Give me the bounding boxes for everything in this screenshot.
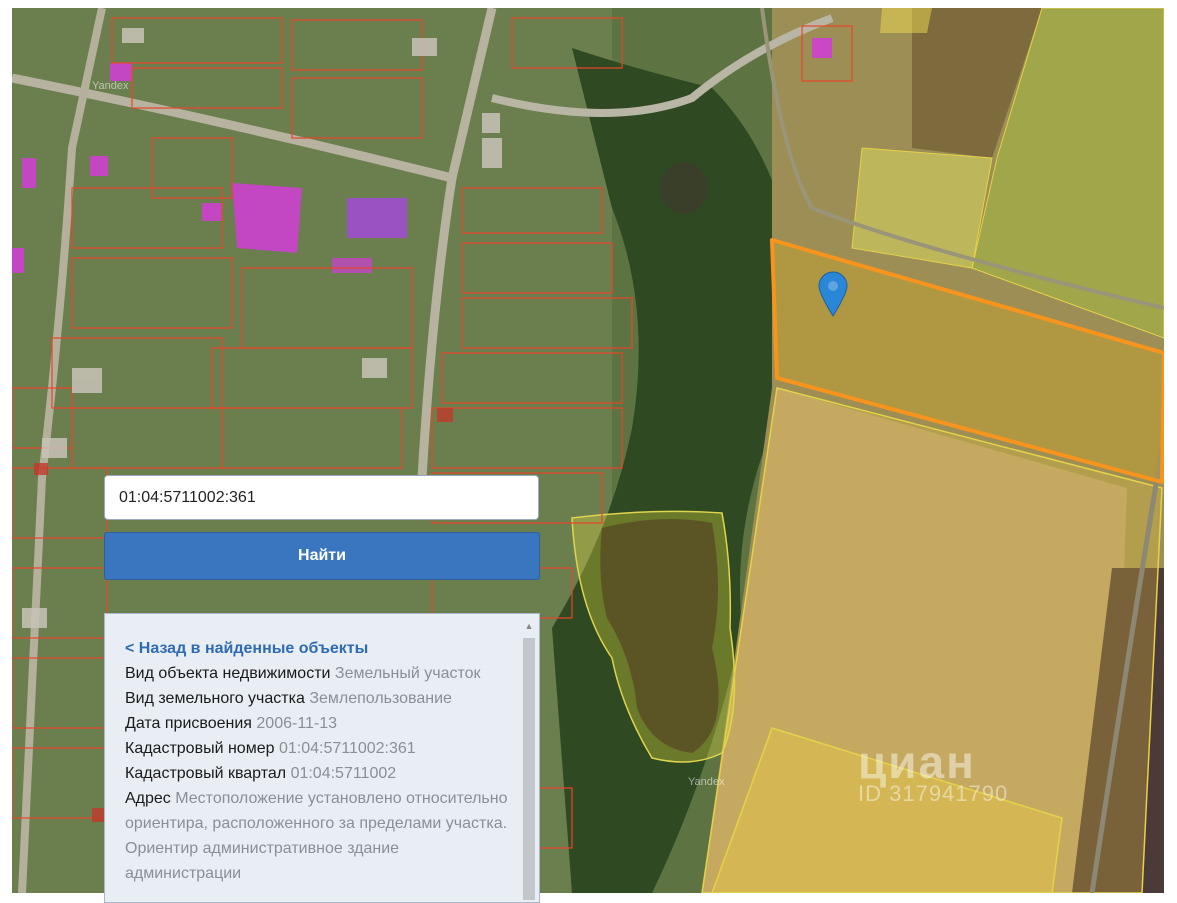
arrow-up-icon[interactable]: ▲ (521, 618, 537, 634)
info-row-address: Адрес Местоположение установлено относит… (125, 786, 511, 886)
back-to-results-link[interactable]: < Назад в найденные объекты (125, 636, 511, 661)
info-value: Землепользование (309, 690, 452, 707)
info-row-cadastral-quarter: Кадастровый квартал 01:04:5711002 (125, 761, 511, 786)
info-row-parcel-type: Вид земельного участка Землепользование (125, 686, 511, 711)
panel-scrollbar[interactable]: ▲ (521, 618, 537, 900)
info-key: Кадастровый квартал (125, 765, 287, 782)
watermark-id: ID 317941790 (858, 781, 1009, 806)
info-value: Земельный участок (334, 665, 481, 682)
info-key: Кадастровый номер (125, 740, 275, 757)
map-pin-icon[interactable] (817, 270, 849, 318)
watermark: циан ID 317941790 (858, 735, 1008, 807)
info-key: Адрес (125, 790, 171, 807)
info-value: Местоположение установлено относительно … (125, 790, 508, 882)
info-row-object-type: Вид объекта недвижимости Земельный участ… (125, 661, 511, 686)
info-value: 01:04:5711002:361 (278, 740, 416, 757)
info-value: 2006-11-13 (256, 715, 338, 732)
info-row-cadastral-number: Кадастровый номер 01:04:5711002:361 (125, 736, 511, 761)
info-panel: < Назад в найденные объекты Вид объекта … (104, 613, 540, 903)
info-panel-content: < Назад в найденные объекты Вид объекта … (105, 614, 539, 886)
map-attribution: Yandex (92, 80, 129, 92)
info-key: Дата присвоения (125, 715, 252, 732)
info-row-assignment-date: Дата присвоения 2006-11-13 (125, 711, 511, 736)
scroll-thumb[interactable] (523, 638, 535, 900)
cadastral-search-input[interactable]: 01:04:5711002:361 (104, 475, 539, 520)
info-key: Вид объекта недвижимости (125, 665, 331, 682)
info-key: Вид земельного участка (125, 690, 305, 707)
find-button[interactable]: Найти (104, 532, 540, 580)
info-value: 01:04:5711002 (290, 765, 397, 782)
map-attribution: Yandex (688, 776, 725, 788)
